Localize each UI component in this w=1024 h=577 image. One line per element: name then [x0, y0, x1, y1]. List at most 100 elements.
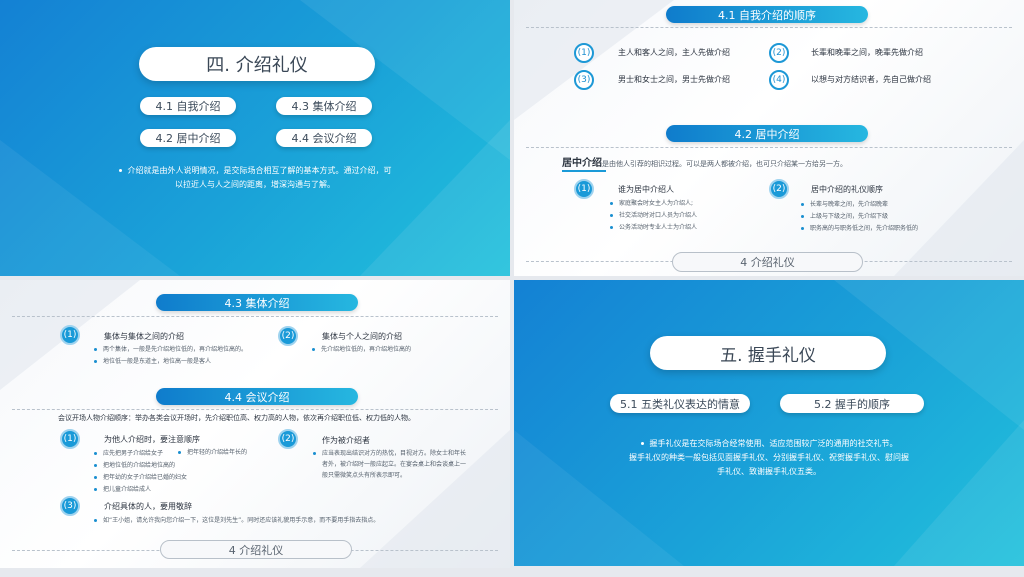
- group-title: 介绍具体的人，要用敬辞: [104, 502, 192, 511]
- group-number: (3): [60, 496, 80, 516]
- text-span: 把年幼的女子介绍给已婚的妇女: [103, 474, 188, 481]
- point-text: 以想与对方结识者，先自己做介绍: [811, 75, 931, 84]
- bullet-dot: [610, 202, 613, 205]
- divider: [12, 409, 498, 410]
- bullet-dot: [801, 227, 804, 230]
- slide-3[interactable]: 4.3 集体介绍 (1) 集体与集体之间的介绍 两个集体，一般是先介绍地位低的，…: [0, 280, 510, 568]
- point-number: (1): [574, 43, 594, 63]
- point-text: 长辈和晚辈之间，晚辈先做介绍: [811, 48, 923, 57]
- accent-underline: [562, 170, 606, 172]
- text-span: 长辈与晚辈之间，先介绍晚辈: [810, 201, 889, 208]
- bullet-dot: [94, 464, 97, 467]
- menu-item-5-1[interactable]: 5.1 五类礼仪表达的情意: [610, 394, 750, 413]
- slide-2[interactable]: 4.1 自我介绍的顺序 (1) 主人和客人之间，主人先做介绍 (2) 长辈和晚辈…: [514, 0, 1024, 276]
- para-line: 以拉近人与人之间的距离，增深沟通与了解。: [175, 180, 335, 189]
- group-bullet: 职务高的与职务低之间，先介绍职务低的: [801, 223, 918, 232]
- menu-item-5-2[interactable]: 5.2 握手的顺序: [780, 394, 924, 413]
- handshake-paragraph: 握手礼仪是在交际场合经常使用、适应范围较广泛的通用的社交礼节。 握手礼仪的种类一…: [594, 437, 944, 479]
- header-self-intro: 4.1 自我介绍的顺序: [666, 6, 868, 23]
- bullet-dot: [610, 226, 613, 229]
- facet-pattern: [0, 280, 510, 568]
- bullet-dot: [94, 519, 97, 522]
- text-span: 把儿童介绍给成人: [103, 486, 152, 493]
- group-title: 集体与集体之间的介绍: [104, 332, 184, 341]
- group-number: (1): [60, 429, 80, 449]
- footer-label: 4 介绍礼仪: [160, 540, 352, 559]
- para-line: 手礼仪、致谢握手礼仪五类。: [717, 467, 821, 476]
- section-title: 四. 介绍礼仪: [139, 47, 375, 81]
- group-bullet: 家庭聚会时女主人为介绍人;: [610, 198, 693, 207]
- divider: [526, 27, 1012, 28]
- bullet-dot: [610, 214, 613, 217]
- point-number: (4): [769, 70, 789, 90]
- header-group-intro: 4.3 集体介绍: [156, 294, 358, 311]
- facet-pattern: [514, 280, 1024, 566]
- bullet-dot: [801, 203, 804, 206]
- group-bullet: 地位低一般是东道主，地位高一般是客人: [94, 356, 211, 365]
- bullet-dot: [94, 348, 97, 351]
- bullet-dot: [313, 452, 316, 455]
- group-title: 谁为居中介绍人: [618, 185, 674, 194]
- group-title: 作为被介绍者: [322, 436, 370, 445]
- group-number: (2): [769, 179, 789, 199]
- bullet-dot: [94, 452, 97, 455]
- group-bullet: 把年轻的介绍给年长的: [178, 447, 247, 456]
- group-bullet: 把地位低的介绍给地位高的: [94, 460, 175, 469]
- text-span: 两个集体，一般是先介绍地位低的，再介绍地位高的。: [103, 346, 248, 353]
- text-span: 应先把男子介绍给女子: [103, 450, 164, 457]
- text-span: 职务高的与职务低之间，先介绍职务低的: [810, 225, 919, 232]
- intro-bold: 居中介绍: [562, 158, 602, 169]
- point-number: (2): [769, 43, 789, 63]
- text-span: 地位低一般是东道主，地位高一般是客人: [103, 358, 212, 365]
- intro-rest: 是由他人引荐的相识过程。可以是两人都被介绍，也可只介绍某一方给另一方。: [602, 160, 847, 168]
- bullet-dot: [94, 476, 97, 479]
- para-line: 握手礼仪的种类一般包括见面握手礼仪、分别握手礼仪、祝贺握手礼仪、慰问握: [629, 453, 909, 462]
- menu-item-4-4[interactable]: 4.4 会议介绍: [276, 129, 372, 147]
- group-bullet: 公务活动时专业人士为介绍人: [610, 222, 697, 231]
- menu-item-4-1[interactable]: 4.1 自我介绍: [140, 97, 236, 115]
- text-span: 应当表现出结识对方的热忱，目视对方。除女士和年长: [322, 450, 467, 457]
- group-bullet: 把年幼的女子介绍给已婚的妇女: [94, 472, 187, 481]
- group-text: 般只需微笑点头有所表示即可。: [322, 472, 407, 479]
- menu-item-4-3[interactable]: 4.3 集体介绍: [276, 97, 372, 115]
- middle-intro-text: 居中介绍是由他人引荐的相识过程。可以是两人都被介绍，也可只介绍某一方给另一方。: [562, 154, 847, 169]
- footer-label: 4 介绍礼仪: [672, 252, 863, 272]
- slide-1[interactable]: 四. 介绍礼仪 4.1 自我介绍 4.3 集体介绍 4.2 居中介绍 4.4 会…: [0, 0, 510, 276]
- bullet-dot: [801, 215, 804, 218]
- para-line: 介绍就是由外人说明情况，是交际场合相互了解的基本方式。通过介绍，可: [127, 166, 392, 175]
- divider: [526, 147, 1012, 148]
- header-meeting-intro: 4.4 会议介绍: [156, 388, 358, 405]
- group-number: (1): [60, 325, 80, 345]
- bullet-dot: [118, 169, 122, 172]
- slide-4[interactable]: 五. 握手礼仪 5.1 五类礼仪表达的情意 5.2 握手的顺序 握手礼仪是在交际…: [514, 280, 1024, 566]
- group-number: (2): [278, 326, 298, 346]
- bullet-dot: [312, 348, 315, 351]
- text-span: 公务活动时专业人士为介绍人: [619, 224, 698, 231]
- group-bullet: 先介绍地位低的，再介绍地位高的: [312, 344, 411, 353]
- group-text: 者外，被介绍时一般应起立。在宴会桌上和会谈桌上一: [322, 461, 467, 468]
- group-title: 集体与个人之间的介绍: [322, 332, 402, 341]
- text-span: 把地位低的介绍给地位高的: [103, 462, 176, 469]
- intro-paragraph: 介绍就是由外人说明情况，是交际场合相互了解的基本方式。通过介绍，可 以拉近人与人…: [90, 164, 420, 192]
- divider: [12, 316, 498, 317]
- group-bullet: 上级与下级之间，先介绍下级: [801, 211, 888, 220]
- text-span: 家庭聚会时女主人为介绍人;: [619, 200, 694, 207]
- point-text: 主人和客人之间，主人先做介绍: [618, 48, 730, 57]
- meeting-intro-text: 会议开场人物介绍顺序：举办各类会议开场时，先介绍职位高、权力高的人物，依次再介绍…: [58, 414, 415, 422]
- bullet-dot: [94, 360, 97, 363]
- header-middle-intro: 4.2 居中介绍: [666, 125, 868, 142]
- group-number: (2): [278, 429, 298, 449]
- text-span: 先介绍地位低的，再介绍地位高的: [321, 346, 412, 353]
- menu-item-4-2[interactable]: 4.2 居中介绍: [140, 129, 236, 147]
- group-title: 居中介绍的礼仪顺序: [811, 185, 883, 194]
- group-bullet: 把儿童介绍给成人: [94, 484, 151, 493]
- text-span: 如“王小姐，请允许我向您介绍一下，这位是刘先生”。同时还应该礼貌用手示意，而不要…: [103, 517, 380, 524]
- text-span: 社交活动时对口人员为介绍人: [619, 212, 698, 219]
- group-text: 如“王小姐，请允许我向您介绍一下，这位是刘先生”。同时还应该礼貌用手示意，而不要…: [94, 515, 379, 524]
- point-text: 男士和女士之间，男士先做介绍: [618, 75, 730, 84]
- group-bullet: 两个集体，一般是先介绍地位低的，再介绍地位高的。: [94, 344, 247, 353]
- section-title: 五. 握手礼仪: [650, 336, 886, 370]
- para-line: 握手礼仪是在交际场合经常使用、适应范围较广泛的通用的社交礼节。: [649, 439, 898, 448]
- group-text: 应当表现出结识对方的热忱，目视对方。除女士和年长: [313, 448, 466, 457]
- bullet-dot: [94, 488, 97, 491]
